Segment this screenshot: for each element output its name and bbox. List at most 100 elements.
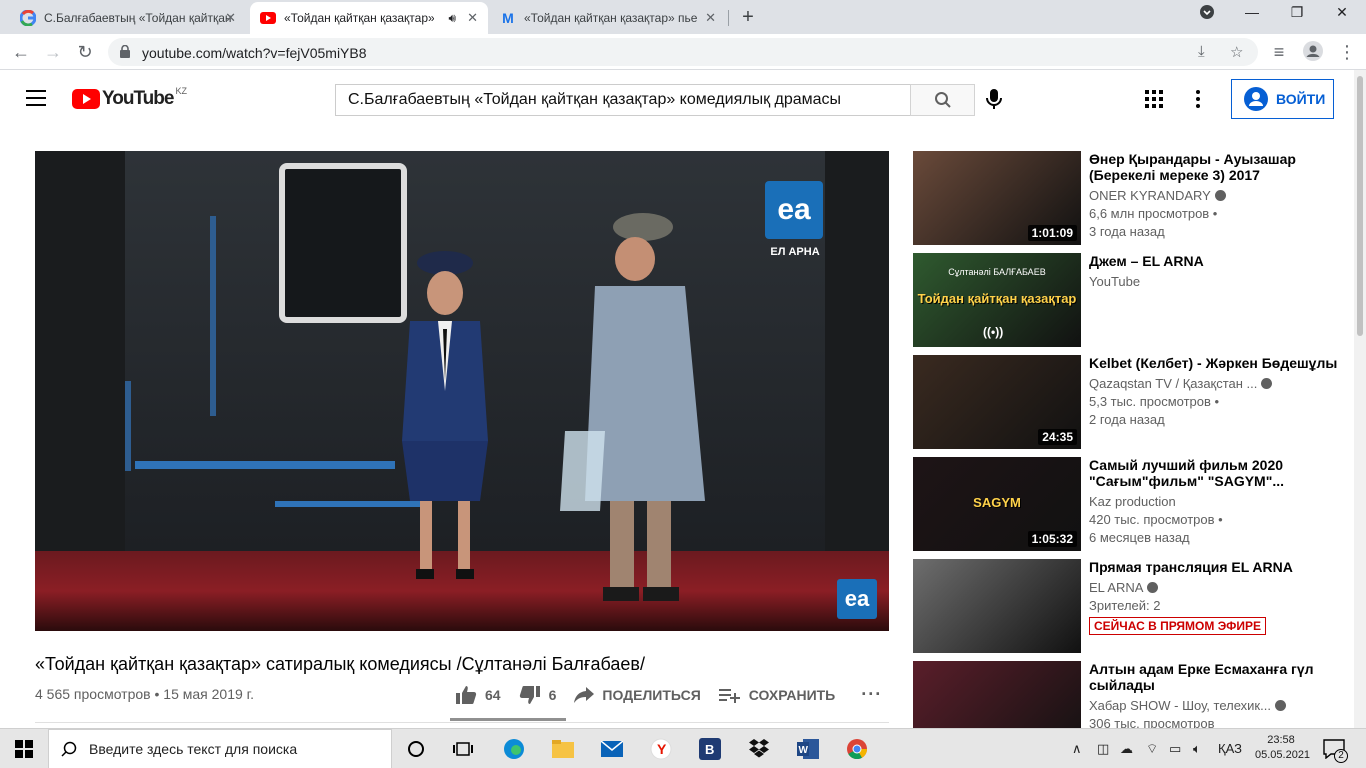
- recommendation-title[interactable]: Джем – EL ARNA: [1089, 253, 1349, 269]
- recommendation-card[interactable]: 24:35 Kelbet (Келбет) - Жәркен Бөдешұлы Qa…: [913, 355, 1343, 449]
- more-actions-icon[interactable]: ···: [861, 684, 882, 705]
- video-thumbnail[interactable]: [913, 559, 1081, 653]
- channel-name-row[interactable]: EL ARNA: [1089, 579, 1349, 597]
- recommendation-title[interactable]: Kelbet (Келбет) - Жәркен Бөдешұлы: [1089, 355, 1349, 371]
- windows-start-icon[interactable]: [12, 737, 36, 761]
- recommendation-title[interactable]: Самый лучший фильм 2020 "Сағым"фильм" "S…: [1089, 457, 1349, 489]
- recommendation-card[interactable]: 1:01:09 Өнер Қырандары - Ауызашар (Береке…: [913, 151, 1343, 245]
- forward-arrow-icon[interactable]: →: [42, 41, 64, 63]
- recommendation-views: 420 тыс. просмотров •: [1089, 512, 1223, 527]
- hamburger-menu-icon[interactable]: [26, 90, 46, 106]
- verified-check-icon: [1214, 190, 1226, 201]
- video-thumbnail[interactable]: 24:35: [913, 355, 1081, 449]
- restore-icon[interactable]: ❐: [1285, 4, 1309, 21]
- channel-name-row[interactable]: YouTube: [1089, 273, 1349, 291]
- playlist-add-icon: [718, 688, 740, 703]
- video-thumbnail[interactable]: SAGYM 1:05:32: [913, 457, 1081, 551]
- yandex-browser-icon[interactable]: Y: [649, 737, 673, 761]
- save-button[interactable]: СОХРАНИТЬ: [718, 687, 835, 703]
- like-button[interactable]: 64: [455, 685, 501, 705]
- channel-name-row[interactable]: Qazaqstan TV / Қазақстан ...: [1089, 375, 1349, 393]
- notifications-icon[interactable]: 2: [1322, 737, 1348, 763]
- lock-icon[interactable]: [120, 44, 130, 63]
- minimize-icon[interactable]: —: [1240, 4, 1264, 20]
- settings-more-icon[interactable]: [1196, 90, 1200, 113]
- word-icon[interactable]: W: [796, 737, 820, 761]
- speaker-icon[interactable]: 🔊︎: [448, 11, 456, 26]
- b-app-icon[interactable]: B: [698, 737, 722, 761]
- address-bar[interactable]: youtube.com/watch?v=fejV05miYB8 ⤓ ☆: [108, 38, 1258, 66]
- sign-in-button[interactable]: ВОЙТИ: [1231, 79, 1334, 119]
- chrome-icon[interactable]: [845, 737, 869, 761]
- battery-icon[interactable]: ▭: [1169, 741, 1181, 757]
- recommendation-info: Прямая трансляция EL ARNA EL ARNA Зрителей…: [1089, 559, 1349, 635]
- tray-device-icon[interactable]: ◫: [1097, 741, 1109, 757]
- stage-stripe: [210, 216, 216, 416]
- recommendation-views: 5,3 тыс. просмотров •: [1089, 394, 1220, 409]
- wifi-icon[interactable]: ⌔: [1146, 741, 1158, 757]
- chrome-menu-icon[interactable]: ⋮: [1336, 41, 1358, 63]
- install-app-icon[interactable]: ⤓: [1198, 43, 1205, 60]
- dislike-count: 6: [548, 686, 557, 703]
- tab-mail[interactable]: M «Тойдан қайтқан қазақтар» пье ✕: [490, 2, 726, 34]
- share-label: ПОДЕЛИТЬСЯ: [602, 686, 701, 703]
- duration-badge: 1:05:32: [1027, 531, 1077, 547]
- tray-chevron-up-icon[interactable]: ∧: [1072, 741, 1082, 757]
- back-arrow-icon[interactable]: ←: [10, 41, 32, 63]
- volume-icon[interactable]: 🔈︎: [1193, 741, 1201, 757]
- cortana-icon[interactable]: [404, 737, 428, 761]
- dropbox-icon[interactable]: [747, 737, 771, 761]
- bookmark-star-icon[interactable]: ☆: [1230, 43, 1243, 61]
- recommendation-card[interactable]: SAGYM 1:05:32 Самый лучший фильм 2020 "Сағ…: [913, 457, 1343, 551]
- video-thumbnail[interactable]: Тойдан қайтқан қазақтар Сұлтанәлі БАЛҒАБА…: [913, 253, 1081, 347]
- video-actions: 64 6 ПОДЕЛИТЬСЯ СОХРАНИТЬ ···: [455, 684, 900, 705]
- close-icon[interactable]: ✕: [705, 10, 716, 26]
- recommendation-title[interactable]: Өнер Қырандары - Ауызашар (Берекелі мере…: [1089, 151, 1349, 183]
- channel-name: Хабар SHOW - Шоу, телехик...: [1089, 698, 1271, 713]
- dislike-button[interactable]: 6: [519, 685, 557, 705]
- mail-app-icon[interactable]: [600, 737, 624, 761]
- reading-list-icon[interactable]: ≡: [1268, 41, 1290, 63]
- scrollbar-thumb[interactable]: [1357, 76, 1363, 336]
- share-button[interactable]: ПОДЕЛИТЬСЯ: [574, 686, 701, 703]
- channel-name-row[interactable]: Kaz production: [1089, 493, 1349, 511]
- page-scrollbar[interactable]: [1354, 70, 1366, 728]
- live-now-badge: СЕЙЧАС В ПРЯМОМ ЭФИРЕ: [1089, 617, 1266, 635]
- close-window-icon[interactable]: ✕: [1330, 4, 1354, 21]
- edge-browser-icon[interactable]: [502, 737, 526, 761]
- taskbar-search[interactable]: Введите здесь текст для поиска: [48, 729, 392, 768]
- tab-search-icon[interactable]: [1195, 4, 1219, 23]
- search-input[interactable]: С.Балғабаевтың «Тойдан қайтқан қазақтар»…: [335, 84, 911, 116]
- video-thumbnail[interactable]: 1:01:09: [913, 151, 1081, 245]
- taskbar-clock[interactable]: 23:58 05.05.2021: [1255, 733, 1310, 763]
- recommendation-card[interactable]: Тойдан қайтқан қазақтар Сұлтанәлі БАЛҒАБА…: [913, 253, 1343, 347]
- tab-google-search[interactable]: С.Балғабаевтың «Тойдан қайтқан ✕: [10, 2, 246, 34]
- close-icon[interactable]: ✕: [467, 10, 478, 26]
- close-icon[interactable]: ✕: [225, 10, 236, 26]
- new-tab-plus-icon[interactable]: +: [738, 6, 758, 29]
- channel-name-row[interactable]: ONER KYRANDARY: [1089, 187, 1349, 205]
- video-player[interactable]: ea ЕЛ АРНА ea: [35, 151, 889, 631]
- onedrive-cloud-icon[interactable]: ☁: [1120, 741, 1133, 757]
- recommendation-title[interactable]: Алтын адам Ерке Есмаханға гүл сыйлады: [1089, 661, 1349, 693]
- thumbs-up-icon: [456, 685, 477, 704]
- file-explorer-icon[interactable]: [551, 737, 575, 761]
- youtube-logo[interactable]: YouTube KZ: [72, 86, 187, 110]
- task-view-icon[interactable]: [451, 737, 475, 761]
- recommendation-title[interactable]: Прямая трансляция EL ARNA: [1089, 559, 1349, 575]
- like-count: 64: [485, 686, 501, 703]
- recommendation-card[interactable]: Прямая трансляция EL ARNA EL ARNA Зрителей…: [913, 559, 1343, 653]
- youtube-icon: [260, 10, 276, 26]
- channel-name: YouTube: [1089, 274, 1141, 289]
- meta-separator: •: [154, 686, 164, 702]
- search-button[interactable]: [910, 84, 975, 116]
- channel-name: Qazaqstan TV / Қазақстан ...: [1089, 376, 1258, 391]
- tab-youtube[interactable]: «Тойдан қайтқан қазақтар» 🔊︎ ✕: [250, 2, 488, 34]
- reload-icon[interactable]: ↻: [74, 41, 96, 63]
- microphone-icon[interactable]: [986, 88, 1002, 115]
- apps-grid-icon[interactable]: [1145, 90, 1163, 113]
- profile-icon[interactable]: [1302, 41, 1324, 63]
- input-language[interactable]: ҚАЗ: [1218, 741, 1242, 756]
- channel-name-row[interactable]: Хабар SHOW - Шоу, телехик...: [1089, 697, 1349, 715]
- verified-check-icon: [1261, 378, 1273, 389]
